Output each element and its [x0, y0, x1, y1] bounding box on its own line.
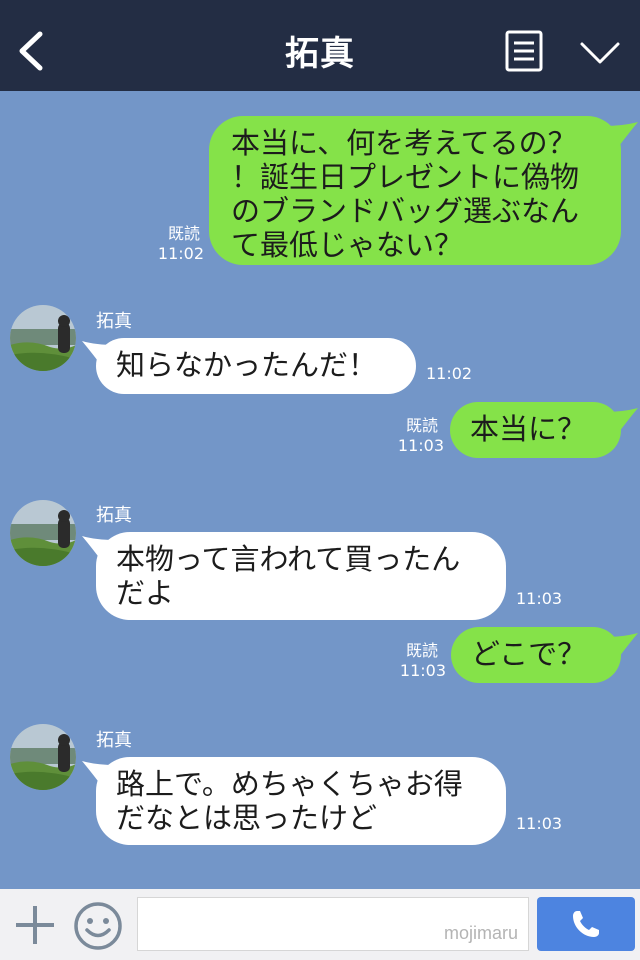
message-time: 11:02 — [426, 364, 473, 383]
chat-title: 拓真 — [285, 34, 355, 74]
smiley-icon — [74, 902, 122, 950]
read-receipt: 既読 — [405, 641, 438, 660]
call-button[interactable] — [537, 897, 635, 951]
chat-area[interactable]: 本当に、何を考えてるの？ ！誕生日プレゼントに偽物 のブランドバッグ選ぶなん て… — [0, 91, 640, 889]
outgoing-message[interactable]: 本当に？ — [450, 402, 621, 458]
sender-name: 拓真 — [96, 505, 132, 526]
incoming-message[interactable]: 知らなかったんだ！ — [96, 338, 416, 394]
avatar[interactable] — [10, 724, 76, 790]
sender-name: 拓真 — [96, 311, 132, 332]
message-input[interactable]: mojimaru — [137, 897, 529, 951]
sender-name: 拓真 — [96, 730, 132, 751]
plus-icon — [16, 906, 54, 944]
message-time: 11:03 — [516, 589, 563, 608]
bubble-tail — [604, 633, 638, 661]
emoji-button[interactable] — [72, 900, 124, 952]
landscape-photo-icon — [10, 724, 76, 790]
incoming-message[interactable]: 路上で。めちゃくちゃお得 だなとは思ったけど — [96, 757, 506, 845]
list-icon — [505, 30, 543, 72]
chevron-down-icon — [580, 42, 620, 64]
avatar[interactable] — [10, 500, 76, 566]
phone-icon — [573, 911, 599, 937]
read-receipt: 既読 — [405, 416, 438, 435]
outgoing-message[interactable]: 本当に、何を考えてるの？ ！誕生日プレゼントに偽物 のブランドバッグ選ぶなん て… — [209, 116, 621, 265]
incoming-message[interactable]: 本物って言われて買ったん だよ — [96, 532, 506, 620]
message-time: 11:03 — [516, 814, 563, 833]
watermark: mojimaru — [443, 923, 518, 943]
message-time: 11:03 — [397, 436, 444, 455]
landscape-photo-icon — [10, 500, 76, 566]
bubble-tail — [604, 122, 638, 150]
read-receipt: 既読 — [167, 224, 200, 243]
avatar[interactable] — [10, 305, 76, 371]
add-button[interactable] — [12, 902, 58, 948]
message-time: 11:03 — [399, 661, 446, 680]
landscape-photo-icon — [10, 305, 76, 371]
menu-button[interactable] — [504, 30, 544, 74]
outgoing-message[interactable]: どこで？ — [451, 627, 621, 683]
bubble-tail — [604, 408, 638, 436]
collapse-button[interactable] — [576, 34, 624, 74]
message-time: 11:02 — [157, 244, 204, 263]
chat-header: 拓真 — [0, 0, 640, 91]
